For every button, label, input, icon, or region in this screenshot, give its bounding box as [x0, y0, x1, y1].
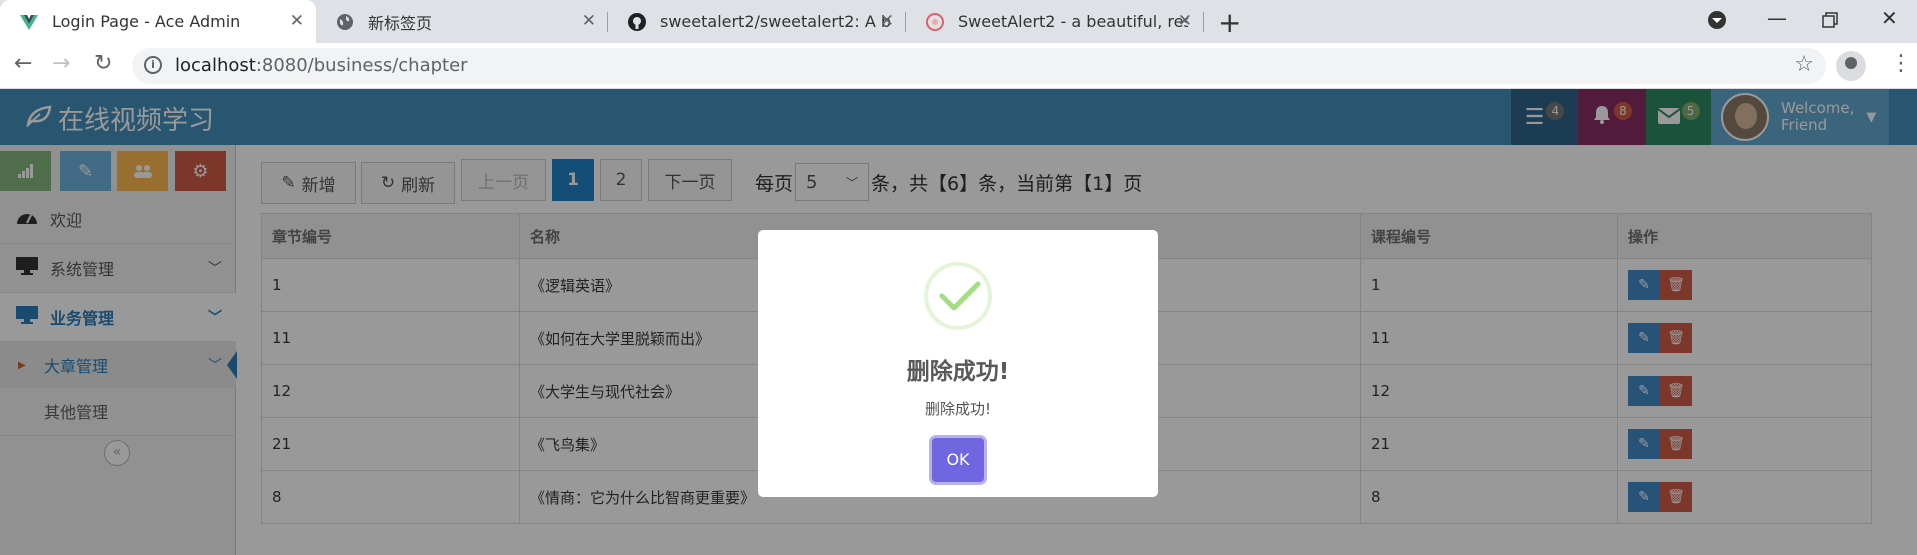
- url-text: localhost:8080/business/chapter: [175, 55, 468, 76]
- url-host: localhost: [175, 55, 256, 76]
- close-icon[interactable]: ✕: [880, 11, 894, 31]
- browser-tab-strip: Login Page - Ace Admin ✕ 新标签页 ✕ sweetale…: [0, 0, 1917, 43]
- tab-sweetalert-site[interactable]: SweetAlert2 - a beautiful, resp ✕: [906, 0, 1204, 43]
- tab-title: sweetalert2/sweetalert2: A bea: [660, 12, 890, 31]
- tab-search-icon[interactable]: [1707, 10, 1727, 35]
- tab-login-page[interactable]: Login Page - Ace Admin ✕: [0, 0, 316, 43]
- tab-title: SweetAlert2 - a beautiful, resp: [958, 12, 1188, 31]
- browser-toolbar: ← → ↻ i localhost:8080/business/chapter …: [0, 43, 1917, 89]
- globe-icon: [336, 13, 354, 31]
- minimize-icon[interactable]: —: [1767, 6, 1787, 30]
- bookmark-star-icon[interactable]: ☆: [1794, 52, 1814, 77]
- back-arrow-icon[interactable]: ←: [14, 51, 32, 76]
- close-icon[interactable]: ✕: [1178, 11, 1192, 31]
- window-close-icon[interactable]: ✕: [1881, 6, 1898, 30]
- url-path: :8080/business/chapter: [255, 55, 468, 76]
- more-menu-icon[interactable]: ⋮: [1890, 51, 1912, 76]
- tab-title: 新标签页: [368, 13, 433, 33]
- profile-icon[interactable]: [1836, 51, 1866, 81]
- close-icon[interactable]: ✕: [290, 11, 304, 31]
- success-check-icon: [924, 262, 992, 330]
- info-icon[interactable]: i: [144, 56, 162, 74]
- vue-logo-icon: [20, 13, 38, 31]
- restore-icon[interactable]: [1822, 9, 1838, 33]
- tab-new-tab[interactable]: 新标签页 ✕: [316, 0, 608, 43]
- sweetalert-logo-icon: [926, 12, 944, 31]
- success-dialog: 删除成功! 删除成功! OK: [758, 230, 1158, 497]
- close-icon[interactable]: ✕: [582, 11, 596, 31]
- ok-button[interactable]: OK: [932, 438, 984, 482]
- tab-separator: [1203, 12, 1204, 32]
- new-tab-button[interactable]: +: [1218, 6, 1241, 39]
- forward-arrow-icon[interactable]: →: [52, 51, 70, 76]
- dialog-title: 删除成功!: [906, 359, 1010, 385]
- tab-sweetalert-github[interactable]: sweetalert2/sweetalert2: A bea ✕: [608, 0, 906, 43]
- tab-title: Login Page - Ace Admin: [52, 12, 241, 31]
- address-bar[interactable]: i localhost:8080/business/chapter ☆: [132, 48, 1826, 84]
- github-icon: [628, 12, 646, 31]
- dialog-text: 删除成功!: [924, 400, 991, 418]
- reload-icon[interactable]: ↻: [94, 51, 112, 76]
